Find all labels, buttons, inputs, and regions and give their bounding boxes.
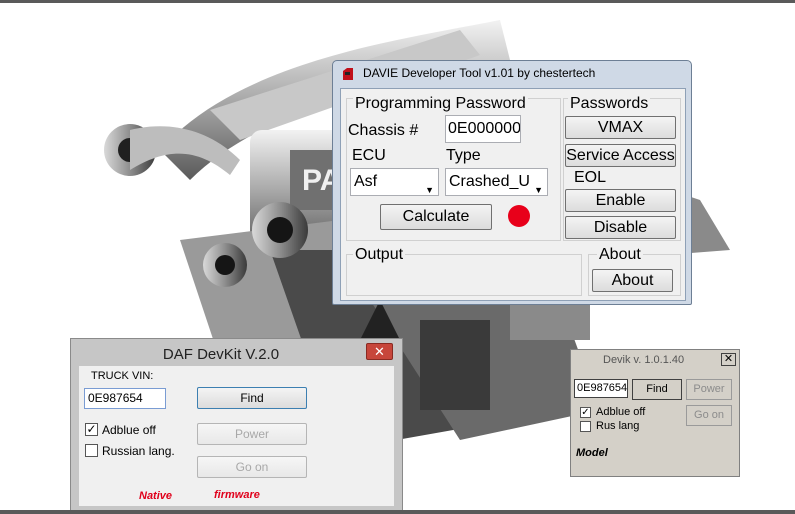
- disable-button[interactable]: Disable: [565, 216, 676, 239]
- output-title: Output: [353, 246, 406, 264]
- close-button[interactable]: ✕: [366, 343, 393, 360]
- firmware-label: firmware: [214, 489, 260, 501]
- davie-client-area: Programming Password Chassis # 0E000000 …: [340, 88, 686, 301]
- ecu-select[interactable]: Asf ▼: [350, 168, 439, 196]
- desktop: { "davie": { "title": "DAVIE Developer T…: [0, 0, 795, 514]
- truck-vin-label: TRUCK VIN:: [91, 370, 154, 382]
- check-icon: ✓: [86, 422, 97, 436]
- app-logo-icon: [343, 68, 353, 80]
- type-label: Type: [446, 147, 481, 164]
- window-title: DAF DevKit V.2.0: [162, 346, 280, 363]
- chevron-down-icon: ▼: [534, 185, 543, 195]
- close-icon: ✕: [723, 353, 734, 365]
- about-button[interactable]: About: [592, 269, 673, 292]
- truck-vin-input[interactable]: 0E987654: [84, 388, 166, 409]
- enable-button[interactable]: Enable: [565, 189, 676, 212]
- devkit-client-area: TRUCK VIN: 0E987654 Find ✓ Adblue off Po…: [79, 366, 394, 506]
- rus-lang-checkbox[interactable]: [580, 421, 591, 432]
- ecu-select-value: Asf: [354, 173, 378, 190]
- model-label: Model: [576, 447, 608, 459]
- frame-bottom-border: [0, 510, 795, 514]
- status-indicator: [508, 205, 530, 227]
- service-access-button[interactable]: Service Access: [565, 144, 676, 167]
- adblue-checkbox[interactable]: ✓: [580, 407, 591, 418]
- adblue-checkbox[interactable]: ✓: [85, 423, 98, 436]
- adblue-label: Adblue off: [102, 423, 156, 437]
- eol-title: EOL: [572, 169, 609, 187]
- passwords-title: Passwords: [568, 95, 651, 113]
- go-on-button[interactable]: Go on: [686, 405, 732, 426]
- chassis-label: Chassis #: [348, 122, 419, 139]
- type-select[interactable]: Crashed_U ▼: [445, 168, 548, 196]
- russian-lang-checkbox[interactable]: [85, 444, 98, 457]
- about-title: About: [597, 246, 643, 264]
- vmax-button[interactable]: VMAX: [565, 116, 676, 139]
- ecu-label: ECU: [352, 147, 386, 164]
- rus-lang-label: Rus lang: [596, 420, 640, 432]
- go-on-button[interactable]: Go on: [197, 456, 307, 478]
- russian-lang-label: Russian lang.: [102, 444, 175, 458]
- devkit-window: DAF DevKit V.2.0 ✕ TRUCK VIN: 0E987654 F…: [70, 338, 403, 513]
- type-select-value: Crashed_U: [449, 173, 530, 190]
- chevron-down-icon: ▼: [425, 185, 434, 195]
- close-button[interactable]: ✕: [721, 353, 736, 366]
- window-title: Devik v. 1.0.1.40: [603, 354, 685, 366]
- davie-window: DAVIE Developer Tool v1.01 by chestertec…: [332, 60, 692, 305]
- power-button[interactable]: Power: [197, 423, 307, 445]
- find-button[interactable]: Find: [197, 387, 307, 409]
- native-label: Native: [139, 490, 173, 502]
- programming-password-title: Programming Password: [353, 95, 528, 113]
- adblue-label: Adblue off: [596, 406, 646, 418]
- vin-input[interactable]: 0E987654: [574, 379, 628, 398]
- devik-window: Devik v. 1.0.1.40 ✕ 0E987654 Find Power …: [570, 349, 740, 477]
- find-button[interactable]: Find: [632, 379, 682, 400]
- power-button[interactable]: Power: [686, 379, 732, 400]
- check-icon: ✓: [581, 407, 590, 418]
- window-title: DAVIE Developer Tool v1.01 by chestertec…: [363, 66, 596, 80]
- calculate-button[interactable]: Calculate: [380, 204, 492, 230]
- chassis-input[interactable]: 0E000000: [445, 115, 521, 143]
- close-icon: ✕: [374, 344, 385, 359]
